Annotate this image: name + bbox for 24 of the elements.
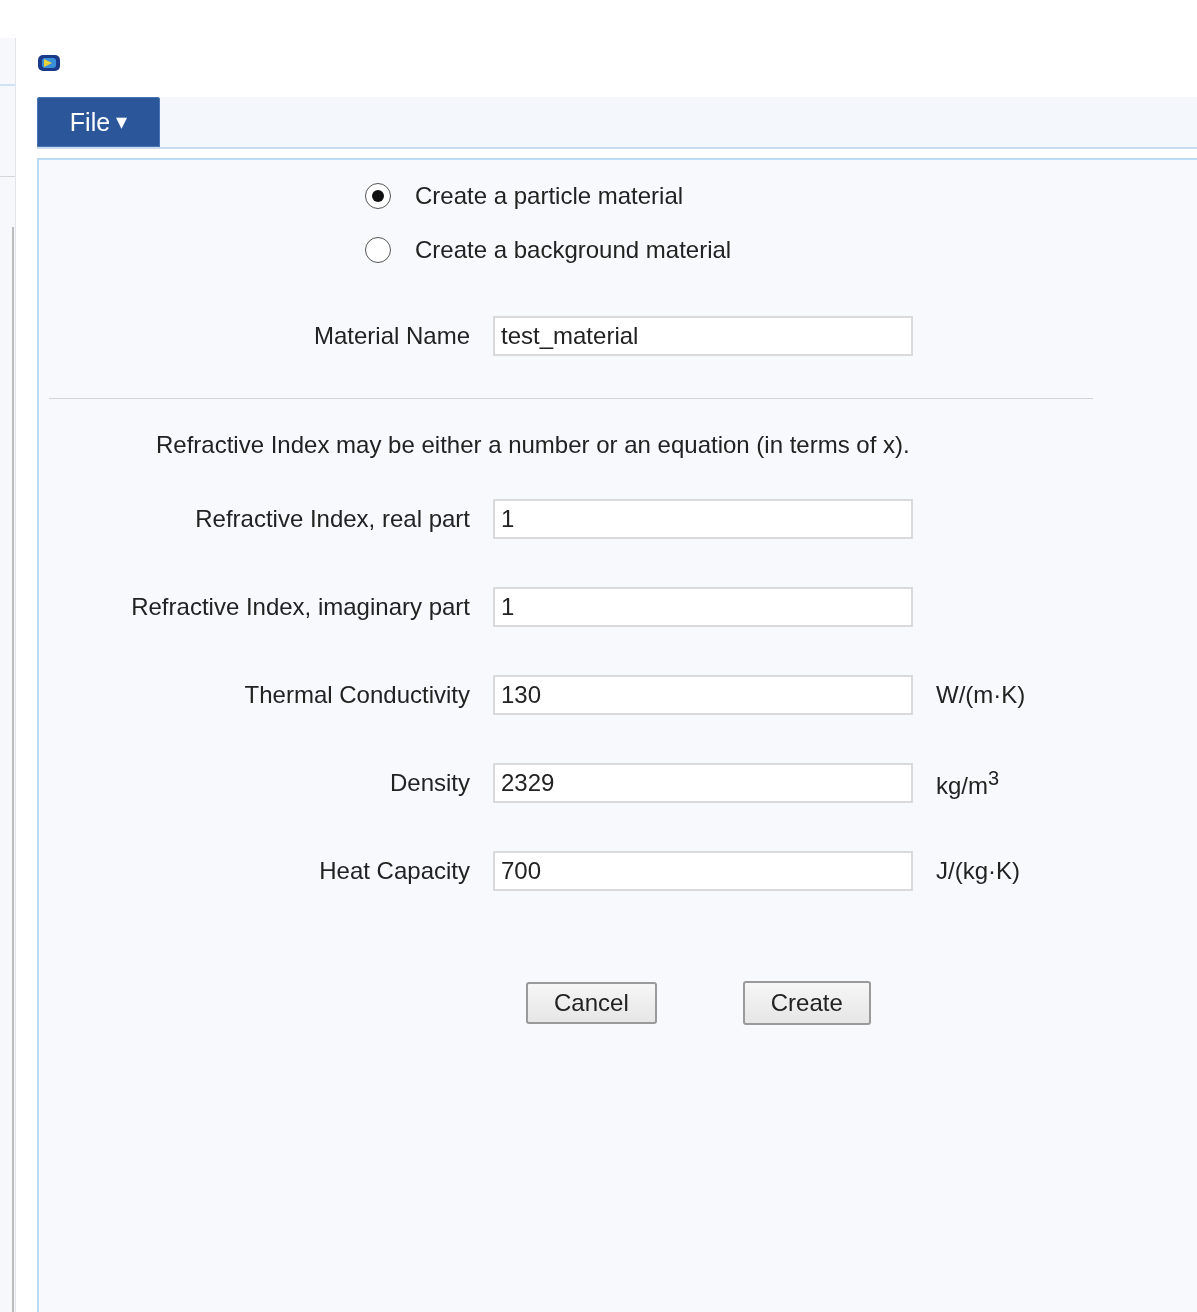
field-label: Refractive Index, real part [195, 505, 470, 533]
cancel-button[interactable]: Cancel [526, 982, 657, 1024]
input-field[interactable]: 2329 [493, 763, 913, 803]
unit-label: W/(m·K) [936, 681, 1027, 709]
field-label: Material Name [313, 322, 470, 350]
file-menu[interactable]: File ▾ [37, 97, 160, 147]
input-field[interactable]: 130 [493, 675, 913, 715]
radio-button[interactable] [365, 183, 391, 209]
field-label: Refractive Index, imaginary part [131, 593, 470, 621]
radio-label: Create a particle material [415, 182, 684, 210]
input-field[interactable]: 700 [493, 851, 913, 891]
radio-button[interactable] [365, 237, 391, 263]
app-icon [37, 53, 61, 73]
input-field[interactable]: test_material [493, 316, 913, 356]
field-label: Thermal Conductivity [244, 681, 470, 709]
unit-label: J/(kg·K) [936, 857, 1021, 885]
field-label: Heat Capacity [319, 857, 470, 885]
input-field[interactable]: 1 [493, 499, 913, 539]
field-label: Density [389, 769, 470, 797]
hint-text: Refractive Index may be either a number or an equation (in terms of x). [156, 431, 911, 459]
unit-label: kg/m$^{3}$ [936, 766, 1001, 800]
create-button[interactable]: Create [742, 981, 871, 1025]
radio-label: Create a background material [415, 236, 732, 264]
input-field[interactable]: 1 [493, 587, 913, 627]
